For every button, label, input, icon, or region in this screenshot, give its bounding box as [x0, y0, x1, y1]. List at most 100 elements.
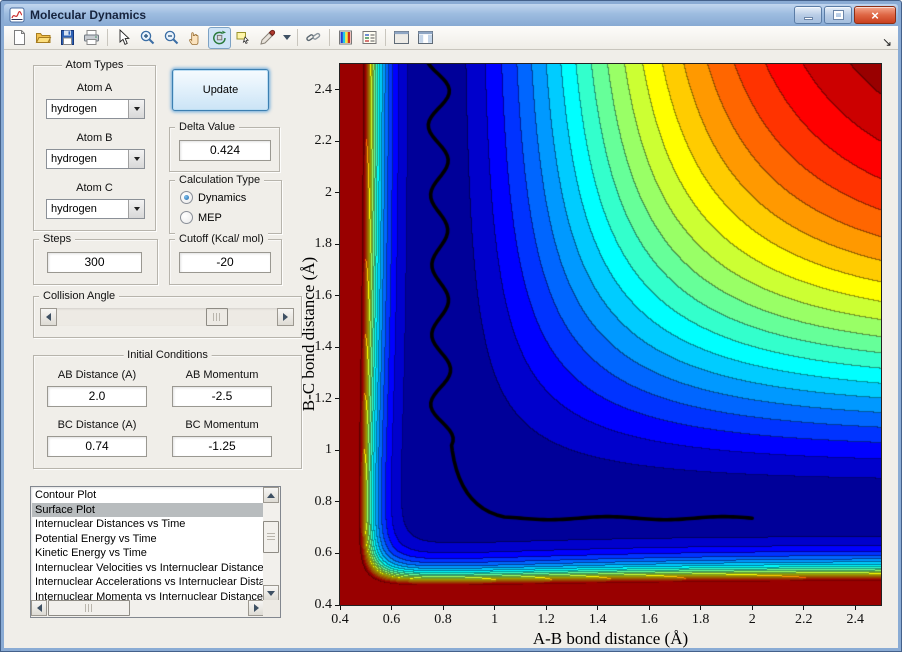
x-tick-label: 2 — [735, 612, 769, 628]
x-tick-label: 1 — [478, 612, 512, 628]
edit-plot-button[interactable] — [112, 27, 135, 49]
x-tick-mark — [494, 606, 495, 610]
atom-b-select[interactable]: hydrogen — [46, 149, 145, 169]
listbox-items: Contour PlotSurface PlotInternuclear Dis… — [32, 488, 263, 600]
print-figure-button[interactable] — [80, 27, 103, 49]
save-figure-button[interactable] — [56, 27, 79, 49]
data-cursor-icon — [235, 29, 252, 46]
bc-momentum-field[interactable]: -1.25 — [172, 436, 272, 457]
radio-option-dynamics[interactable]: Dynamics — [180, 191, 246, 204]
list-item[interactable]: Surface Plot — [32, 503, 263, 518]
down-arrow-icon — [134, 107, 140, 114]
minimize-button[interactable] — [794, 6, 822, 24]
title-bar[interactable]: Molecular Dynamics × — [4, 4, 898, 26]
figure-window-icon — [9, 7, 25, 23]
y-tick-label: 0.8 — [298, 494, 332, 510]
scroll-down-button[interactable] — [263, 585, 279, 601]
slider-thumb[interactable] — [206, 308, 228, 326]
x-tick-label: 1.8 — [684, 612, 718, 628]
combo-arrow-button[interactable] — [128, 150, 144, 168]
slider-right-arrow-button[interactable] — [277, 308, 294, 326]
slider-left-arrow-button[interactable] — [40, 308, 57, 326]
radio-label: MEP — [198, 212, 222, 224]
hide-plot-tools-button[interactable] — [390, 27, 413, 49]
horizontal-scroll-thumb[interactable] — [48, 600, 130, 616]
atom-a-select[interactable]: hydrogen — [46, 99, 145, 119]
scroll-right-button[interactable] — [248, 600, 264, 616]
collision-angle-panel: Collision Angle — [33, 296, 302, 338]
rotate-3d-button[interactable] — [208, 27, 231, 49]
minimize-icon — [804, 17, 813, 20]
zoom-out-button[interactable] — [160, 27, 183, 49]
atom-b-label: Atom B — [34, 132, 155, 144]
dock-figure-arrow[interactable]: ↘ — [882, 36, 892, 48]
contour-plot-canvas[interactable] — [340, 64, 881, 605]
panel-title: Calculation Type — [175, 174, 264, 186]
scroll-left-button[interactable] — [31, 600, 47, 616]
maximize-button[interactable] — [824, 6, 852, 24]
cutoff-field[interactable]: -20 — [179, 252, 271, 273]
y-tick-label: 0.4 — [298, 597, 332, 613]
ab-momentum-field[interactable]: -2.5 — [172, 386, 272, 407]
radio-circle-icon — [180, 211, 193, 224]
vertical-scroll-thumb[interactable] — [263, 521, 279, 553]
down-arrow-icon — [134, 157, 140, 164]
y-tick-mark — [335, 89, 339, 90]
atom-b-value: hydrogen — [47, 150, 128, 168]
brush-data-button[interactable] — [256, 27, 279, 49]
zoom-in-button[interactable] — [136, 27, 159, 49]
y-tick-label: 2 — [298, 185, 332, 201]
app-icon[interactable] — [9, 7, 25, 23]
down-arrow-icon — [267, 591, 275, 596]
y-tick-label: 2.4 — [298, 82, 332, 98]
listbox-vertical-scrollbar[interactable] — [263, 487, 280, 601]
link-plot-button[interactable] — [302, 27, 325, 49]
insert-legend-button[interactable] — [358, 27, 381, 49]
y-tick-mark — [335, 450, 339, 451]
y-tick-label: 1.2 — [298, 391, 332, 407]
collision-angle-slider[interactable] — [40, 308, 294, 326]
ab-distance-field[interactable]: 2.0 — [47, 386, 147, 407]
radio-option-mep[interactable]: MEP — [180, 211, 222, 224]
delta-value-field[interactable]: 0.424 — [179, 140, 271, 161]
data-cursor-button[interactable] — [232, 27, 255, 49]
x-tick-label: 1.6 — [632, 612, 666, 628]
combo-arrow-button[interactable] — [128, 200, 144, 218]
list-item[interactable]: Potential Energy vs Time — [32, 532, 263, 547]
toolbar-separator — [385, 29, 386, 46]
new-figure-button[interactable] — [8, 27, 31, 49]
y-tick-label: 1.4 — [298, 339, 332, 355]
y-tick-mark — [335, 192, 339, 193]
combo-arrow-button[interactable] — [128, 100, 144, 118]
zoom-out-icon — [163, 29, 180, 46]
scroll-up-button[interactable] — [263, 487, 279, 503]
show-plot-tools-button[interactable] — [414, 27, 437, 49]
pan-button[interactable] — [184, 27, 207, 49]
list-item[interactable]: Internuclear Accelerations vs Internucle… — [32, 575, 263, 590]
insert-colorbar-button[interactable] — [334, 27, 357, 49]
bc-momentum-label: BC Momentum — [167, 419, 277, 431]
down-arrow-icon — [134, 207, 140, 214]
plot-type-listbox[interactable]: Contour PlotSurface PlotInternuclear Dis… — [30, 486, 281, 618]
close-button[interactable]: × — [854, 6, 896, 24]
right-arrow-icon — [254, 604, 259, 612]
atom-c-select[interactable]: hydrogen — [46, 199, 145, 219]
list-item[interactable]: Contour Plot — [32, 488, 263, 503]
list-item[interactable]: Internuclear Momenta vs Internuclear Dis… — [32, 590, 263, 601]
list-item[interactable]: Internuclear Distances vs Time — [32, 517, 263, 532]
list-item[interactable]: Kinetic Energy vs Time — [32, 546, 263, 561]
cursor-arrow-icon — [115, 29, 132, 46]
left-arrow-icon — [37, 604, 42, 612]
list-item[interactable]: Internuclear Velocities vs Internuclear … — [32, 561, 263, 576]
update-button[interactable]: Update — [172, 69, 269, 111]
bc-distance-field[interactable]: 0.74 — [47, 436, 147, 457]
delta-value-panel: Delta Value 0.424 — [169, 127, 280, 172]
maximize-icon — [834, 11, 843, 19]
listbox-horizontal-scrollbar[interactable] — [31, 600, 264, 617]
open-file-button[interactable] — [32, 27, 55, 49]
slider-track[interactable] — [40, 308, 294, 326]
steps-field[interactable]: 300 — [47, 252, 142, 273]
toolbar-separator — [329, 29, 330, 46]
brush-dropdown-button[interactable] — [280, 27, 293, 49]
right-arrow-icon — [283, 313, 288, 321]
